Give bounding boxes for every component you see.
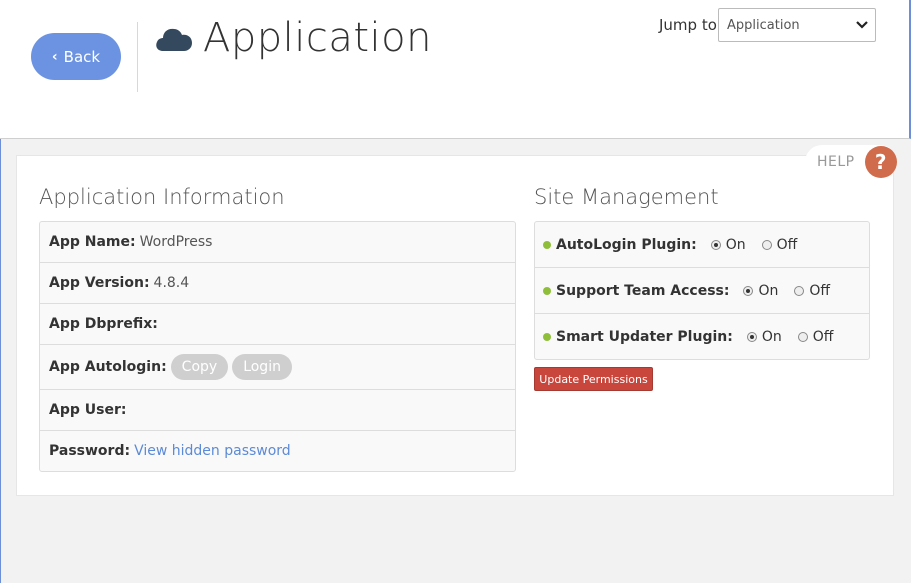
password-row: Password: View hidden password: [40, 430, 515, 471]
app-name-row: App Name: WordPress: [40, 222, 515, 262]
header-divider: [137, 22, 138, 92]
autologin-radio-group: On Off: [710, 237, 814, 253]
chevron-down-icon: [856, 21, 868, 29]
header-bar: ‹ Back Application Jump to: Application: [0, 0, 911, 139]
support-on-label[interactable]: On: [758, 283, 778, 299]
updater-radio-group: On Off: [746, 329, 850, 345]
cloud-icon: [156, 28, 192, 51]
autologin-plugin-label: AutoLogin Plugin:: [556, 236, 697, 253]
status-dot: [543, 332, 551, 341]
updater-on-label[interactable]: On: [762, 329, 782, 345]
app-autologin-label: App Autologin:: [49, 359, 167, 375]
site-management-title: Site Management: [534, 185, 719, 209]
app-version-row: App Version: 4.8.4: [40, 262, 515, 303]
app-version-label: App Version:: [49, 275, 150, 291]
status-dot: [543, 286, 551, 295]
jump-to-label: Jump to:: [659, 16, 722, 34]
help-widget[interactable]: HELP ?: [805, 145, 897, 179]
status-dot: [543, 240, 551, 249]
app-name-label: App Name:: [49, 234, 136, 250]
app-autologin-row: App Autologin: Copy Login: [40, 344, 515, 389]
app-name-value: WordPress: [139, 234, 213, 250]
login-button[interactable]: Login: [232, 354, 292, 380]
updater-off-label[interactable]: Off: [813, 329, 834, 345]
app-user-row: App User:: [40, 389, 515, 430]
smart-updater-plugin-row: Smart Updater Plugin: On Off: [535, 313, 869, 359]
help-label: HELP: [817, 154, 855, 170]
app-info-title: Application Information: [39, 185, 285, 209]
app-info-table: App Name: WordPress App Version: 4.8.4 A…: [39, 221, 516, 472]
smart-updater-plugin-label: Smart Updater Plugin:: [556, 328, 733, 345]
back-button[interactable]: ‹ Back: [31, 33, 121, 80]
site-management-table: AutoLogin Plugin: On Off Support Team Ac…: [534, 221, 870, 360]
autologin-on-label[interactable]: On: [726, 237, 746, 253]
support-off-radio[interactable]: [794, 285, 805, 296]
support-radio-group: On Off: [743, 283, 846, 299]
help-question-icon[interactable]: ?: [864, 146, 897, 178]
autologin-plugin-row: AutoLogin Plugin: On Off: [535, 222, 869, 267]
view-password-link[interactable]: View hidden password: [134, 443, 291, 459]
support-team-access-label: Support Team Access:: [556, 282, 730, 299]
app-version-value: 4.8.4: [153, 275, 190, 291]
back-button-label: Back: [63, 47, 101, 66]
jump-to-selected-value: Application: [727, 17, 800, 33]
copy-button[interactable]: Copy: [170, 354, 229, 380]
app-dbprefix-row: App Dbprefix:: [40, 303, 515, 344]
chevron-left-icon: ‹: [51, 48, 58, 65]
jump-to-select[interactable]: Application: [718, 8, 876, 42]
updater-off-radio[interactable]: [797, 331, 808, 342]
support-off-label[interactable]: Off: [809, 283, 830, 299]
app-dbprefix-label: App Dbprefix:: [49, 316, 158, 332]
autologin-on-radio[interactable]: [710, 239, 721, 250]
support-team-access-row: Support Team Access: On Off: [535, 267, 869, 313]
support-on-radio[interactable]: [743, 285, 754, 296]
page-title: Application: [203, 15, 432, 61]
autologin-off-radio[interactable]: [761, 239, 772, 250]
page-title-group: Application: [155, 15, 432, 61]
autologin-off-label[interactable]: Off: [777, 237, 798, 253]
password-label: Password:: [49, 443, 131, 459]
app-user-label: App User:: [49, 402, 127, 418]
update-permissions-button[interactable]: Update Permissions: [534, 367, 653, 391]
updater-on-radio[interactable]: [746, 331, 757, 342]
